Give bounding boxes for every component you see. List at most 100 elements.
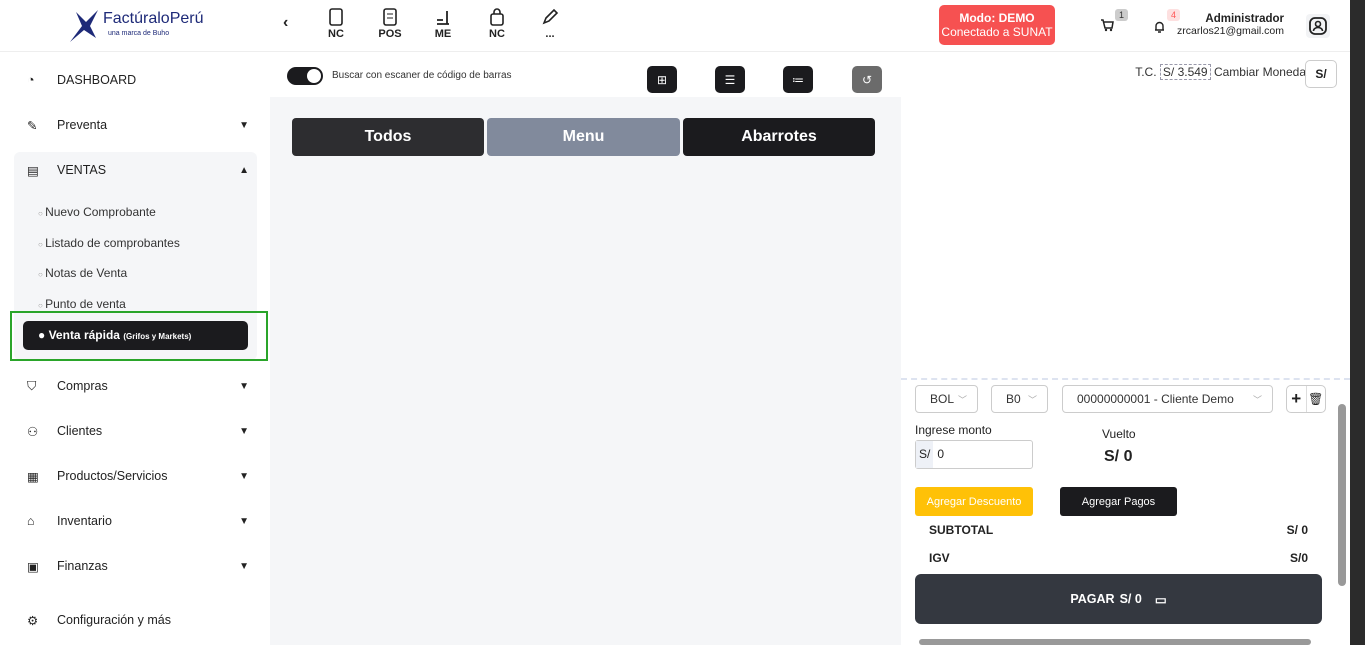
products-panel: Buscar con escaner de código de barras ⊞… xyxy=(270,52,901,645)
reset-button[interactable]: ↺ xyxy=(852,66,882,93)
sidebar-sub-punto-venta[interactable]: Punto de venta xyxy=(38,297,126,311)
change-value: S/ 0 xyxy=(1104,448,1133,465)
list-icon: ☰ xyxy=(724,72,736,87)
sidebar-item-inventario[interactable]: ⌂ Inventario ▼ xyxy=(14,501,257,541)
panel-scrollbar[interactable] xyxy=(1338,404,1346,586)
label: ME xyxy=(434,28,452,40)
demo-mode-badge[interactable]: Modo: DEMO Conectado a SUNAT xyxy=(939,5,1055,45)
pay-label: PAGAR xyxy=(1070,592,1115,606)
calculator-icon: ▣ xyxy=(27,559,39,574)
sidebar-item-configuracion[interactable]: ⚙ Configuración y más xyxy=(14,600,257,640)
label: Compras xyxy=(57,379,108,393)
category-menu[interactable]: Menu xyxy=(487,118,680,156)
category-abarrotes[interactable]: Abarrotes xyxy=(683,118,875,156)
label: POS xyxy=(378,28,402,40)
user-email: zrcarlos21@gmail.com xyxy=(1177,25,1284,37)
chevron-down-icon: ▼ xyxy=(239,119,249,131)
user-info[interactable]: Administrador zrcarlos21@gmail.com xyxy=(1084,13,1284,37)
pay-button[interactable]: PAGAR S/ 0 ▭ xyxy=(915,574,1322,624)
sidebar-item-ventas[interactable]: ▤ VENTAS ▲ xyxy=(14,150,257,190)
amount-prefix: S/ xyxy=(916,441,934,468)
pay-value: S/ 0 xyxy=(1119,592,1142,606)
note: (Grifos y Markets) xyxy=(123,332,192,341)
users-icon: ⚇ xyxy=(27,424,39,439)
category-todos[interactable]: Todos xyxy=(292,118,484,156)
toolbar-pos-button[interactable]: POS xyxy=(372,8,408,40)
page-scrollbar[interactable] xyxy=(1350,0,1365,645)
top-bar: FactúraloPerú una marca de Buho ‹ NC POS… xyxy=(0,0,1350,52)
toolbar-me-button[interactable]: ME xyxy=(425,8,461,40)
panel-h-scrollbar[interactable] xyxy=(919,639,1311,645)
sidebar-item-productos[interactable]: ▦ Productos/Servicios ▼ xyxy=(14,456,257,496)
scanner-label: Buscar con escaner de código de barras xyxy=(332,70,512,81)
client-select[interactable]: 00000000001 - Cliente Demo ﹀ xyxy=(1062,385,1273,413)
collapse-sidebar-button[interactable]: ‹ xyxy=(283,14,288,32)
barcode-scanner-toggle[interactable] xyxy=(287,67,323,85)
add-payments-button[interactable]: Agregar Pagos xyxy=(1060,487,1177,516)
grid-icon: ▦ xyxy=(27,469,39,484)
sidebar-item-clientes[interactable]: ⚇ Clientes ▼ xyxy=(14,411,257,451)
add-discount-button[interactable]: Agregar Descuento xyxy=(915,487,1033,516)
tc-label: T.C. xyxy=(1135,65,1157,79)
brand-logo[interactable]: FactúraloPerú una marca de Buho xyxy=(68,8,208,44)
label: VENTAS xyxy=(57,163,107,177)
label: Inventario xyxy=(57,514,112,528)
add-client-button[interactable]: + xyxy=(1287,386,1307,412)
label: Venta rápida xyxy=(48,328,120,342)
user-icon xyxy=(1309,17,1327,35)
subtotal-label: SUBTOTAL xyxy=(929,523,994,537)
client-actions: + 🗑 xyxy=(1286,385,1326,413)
chevron-down-icon: ﹀ xyxy=(957,394,967,405)
exchange-rate: T.C. S/ 3.549 Cambiar Moneda xyxy=(1135,64,1306,80)
subtotal-value: S/ 0 xyxy=(1286,523,1308,537)
grid-view-button[interactable]: ⊞ xyxy=(647,66,677,93)
detail-list-button[interactable]: ≔ xyxy=(783,66,813,93)
warehouse-icon: ⌂ xyxy=(27,514,35,528)
label: Clientes xyxy=(57,424,103,438)
label: NC xyxy=(489,28,505,40)
list-view-button[interactable]: ☰ xyxy=(715,66,745,93)
currency-button[interactable]: S/ xyxy=(1305,60,1337,88)
chevron-down-icon: ▼ xyxy=(239,515,249,527)
doc-type-select[interactable]: BOL ﹀ xyxy=(915,385,978,413)
label: NC xyxy=(328,28,344,40)
chevron-down-icon: ﹀ xyxy=(1252,394,1262,405)
chevron-up-icon: ▲ xyxy=(239,164,249,176)
sidebar-sub-notas[interactable]: Notas de Venta xyxy=(38,266,127,280)
amount-label: Ingrese monto xyxy=(915,423,992,437)
brand-name: FactúraloPerú xyxy=(103,10,204,27)
sidebar-sub-listado[interactable]: Listado de comprobantes xyxy=(38,236,180,250)
toolbar-nc2-button[interactable]: NC xyxy=(479,8,515,40)
bag-icon: ⛉ xyxy=(27,378,37,393)
igv-label: IGV xyxy=(929,551,950,565)
toolbar-more-button[interactable]: ... xyxy=(532,8,568,40)
change-label: Vuelto xyxy=(1102,427,1136,441)
sidebar-item-preventa[interactable]: ✎ Preventa ▼ xyxy=(14,105,257,145)
value: 00000000001 - Cliente Demo xyxy=(1077,392,1234,406)
amount-input[interactable]: S/ 0 xyxy=(915,440,1033,469)
tc-value: S/ 3.549 xyxy=(1159,64,1211,80)
label: Productos/Servicios xyxy=(57,469,168,483)
change-currency-label: Cambiar Moneda xyxy=(1213,65,1306,79)
label: Configuración y más xyxy=(57,613,171,627)
series-select[interactable]: B0 ﹀ xyxy=(991,385,1048,413)
chevron-down-icon: ﹀ xyxy=(1027,394,1037,405)
sidebar-sub-nuevo-comprobante[interactable]: Nuevo Comprobante xyxy=(38,205,156,219)
chevron-down-icon: ▼ xyxy=(239,470,249,482)
label: Finanzas xyxy=(57,559,108,573)
label: ... xyxy=(545,28,555,40)
amount-value: 0 xyxy=(937,447,945,461)
sidebar-sub-venta-rapida[interactable]: ● Venta rápida (Grifos y Markets) xyxy=(23,321,248,350)
bullet-list-icon: ≔ xyxy=(792,72,804,87)
sidebar-item-finanzas[interactable]: ▣ Finanzas ▼ xyxy=(14,546,257,586)
chevron-down-icon: ▼ xyxy=(239,425,249,437)
value: BOL xyxy=(930,392,955,406)
brand-tagline: una marca de Buho xyxy=(108,30,170,37)
demo-status: Conectado a SUNAT xyxy=(941,25,1053,39)
delete-client-button[interactable]: 🗑 xyxy=(1307,386,1326,412)
sidebar-item-dashboard[interactable]: ◔ DASHBOARD xyxy=(14,60,257,100)
divider xyxy=(901,378,1350,380)
toolbar-nc-button[interactable]: NC xyxy=(318,8,354,40)
sidebar-item-compras[interactable]: ⛉ Compras ▼ xyxy=(14,366,257,406)
user-avatar[interactable] xyxy=(1306,14,1330,38)
